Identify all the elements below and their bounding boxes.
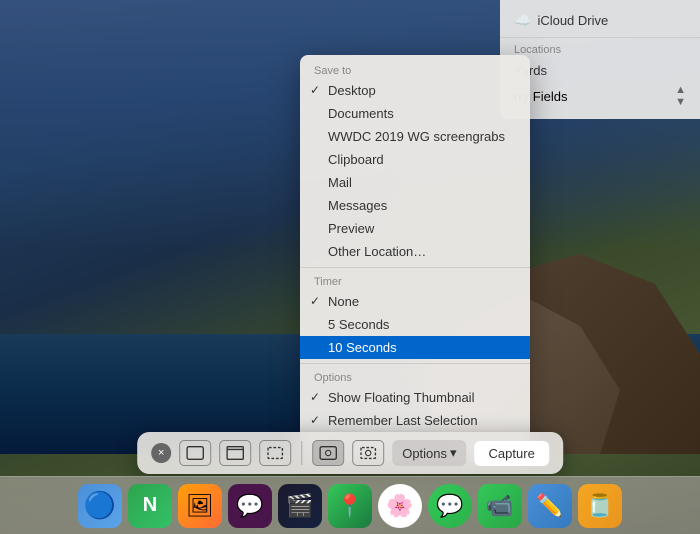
- dock-icon-photos[interactable]: 🌸: [378, 484, 422, 528]
- menu-item-wwdc[interactable]: WWDC 2019 WG screengrabs: [300, 125, 530, 148]
- close-button[interactable]: ×: [151, 443, 171, 463]
- menu-item-documents[interactable]: Documents: [300, 102, 530, 125]
- menu-item-other-location[interactable]: Other Location…: [300, 240, 530, 263]
- context-menu: Save to Desktop Documents WWDC 2019 WG s…: [300, 55, 530, 461]
- final-cut-icon: 🎬: [286, 493, 313, 519]
- scroll-arrow: ▲▼: [675, 84, 686, 108]
- menu-item-desktop[interactable]: Desktop: [300, 79, 530, 102]
- options-label: Options: [300, 368, 530, 386]
- icloud-locations-label: Locations: [500, 40, 700, 60]
- menu-item-preview[interactable]: Preview: [300, 217, 530, 240]
- pixelmator-icon: ✏️: [536, 493, 563, 519]
- selection-icon: [266, 445, 284, 461]
- capture-label: Capture: [489, 446, 535, 461]
- icloud-header: ☁️ iCloud Drive: [500, 8, 700, 35]
- dock-icon-slack[interactable]: 💬: [228, 484, 272, 528]
- menu-item-mail[interactable]: Mail: [300, 171, 530, 194]
- dock-icon-photos-app[interactable]: 🖼: [178, 484, 222, 528]
- dock-icon-pixelmator[interactable]: ✏️: [528, 484, 572, 528]
- menu-item-10seconds[interactable]: 10 Seconds: [300, 336, 530, 359]
- menu-item-remember-selection[interactable]: Remember Last Selection: [300, 409, 530, 432]
- slack-icon: 💬: [236, 493, 263, 519]
- video-screen-icon: [319, 445, 337, 461]
- canister-icon: 🫙: [586, 493, 613, 519]
- capture-video-screen-button[interactable]: [312, 440, 344, 466]
- facetime-icon: 📹: [486, 493, 513, 519]
- dock: 🔵 N 🖼 💬 🎬 📍 🌸 💬 📹 ✏️ 🫙: [0, 476, 700, 534]
- menu-item-5seconds[interactable]: 5 Seconds: [300, 313, 530, 336]
- save-to-label: Save to: [300, 61, 530, 79]
- toolbar-separator-1: [301, 441, 302, 465]
- options-label: Options: [402, 446, 447, 461]
- capture-window-button[interactable]: [179, 440, 211, 466]
- options-button[interactable]: Options ▾: [392, 440, 466, 466]
- dock-icon-maps[interactable]: 📍: [328, 484, 372, 528]
- capture-selection-button[interactable]: [259, 440, 291, 466]
- capture-fullscreen-button[interactable]: [219, 440, 251, 466]
- dock-icon-messages[interactable]: 💬: [428, 484, 472, 528]
- window-icon: [186, 445, 204, 461]
- dock-icon-numbers[interactable]: N: [128, 484, 172, 528]
- finder-icon: 🔵: [84, 490, 116, 521]
- icloud-panel: ☁️ iCloud Drive Locations Yards rry Fiel…: [500, 0, 700, 119]
- timer-label: Timer: [300, 272, 530, 290]
- capture-button[interactable]: Capture: [475, 441, 549, 466]
- fullscreen-icon: [226, 445, 244, 461]
- video-selection-icon: [359, 445, 377, 461]
- dock-icon-finder[interactable]: 🔵: [78, 484, 122, 528]
- icloud-item-fields[interactable]: rry Fields ▲▼: [500, 81, 700, 111]
- numbers-icon: N: [143, 494, 157, 517]
- dock-icon-final-cut[interactable]: 🎬: [278, 484, 322, 528]
- icloud-icon: ☁️: [514, 12, 531, 29]
- dock-icon-canister[interactable]: 🫙: [578, 484, 622, 528]
- menu-item-messages[interactable]: Messages: [300, 194, 530, 217]
- photos-app-icon: 🖼: [186, 493, 214, 519]
- messages-icon: 💬: [436, 493, 463, 519]
- menu-item-none[interactable]: None: [300, 290, 530, 313]
- options-arrow: ▾: [450, 445, 457, 461]
- maps-icon: 📍: [336, 493, 363, 519]
- photos-icon: 🌸: [386, 493, 413, 519]
- capture-video-selection-button[interactable]: [352, 440, 384, 466]
- menu-item-floating-thumbnail[interactable]: Show Floating Thumbnail: [300, 386, 530, 409]
- icloud-item-yards[interactable]: Yards: [500, 60, 700, 81]
- close-icon: ×: [158, 447, 164, 459]
- dock-icon-facetime[interactable]: 📹: [478, 484, 522, 528]
- screenshot-toolbar: × Options ▾ Ca: [137, 432, 563, 474]
- menu-item-clipboard[interactable]: Clipboard: [300, 148, 530, 171]
- icloud-title: iCloud Drive: [537, 13, 608, 28]
